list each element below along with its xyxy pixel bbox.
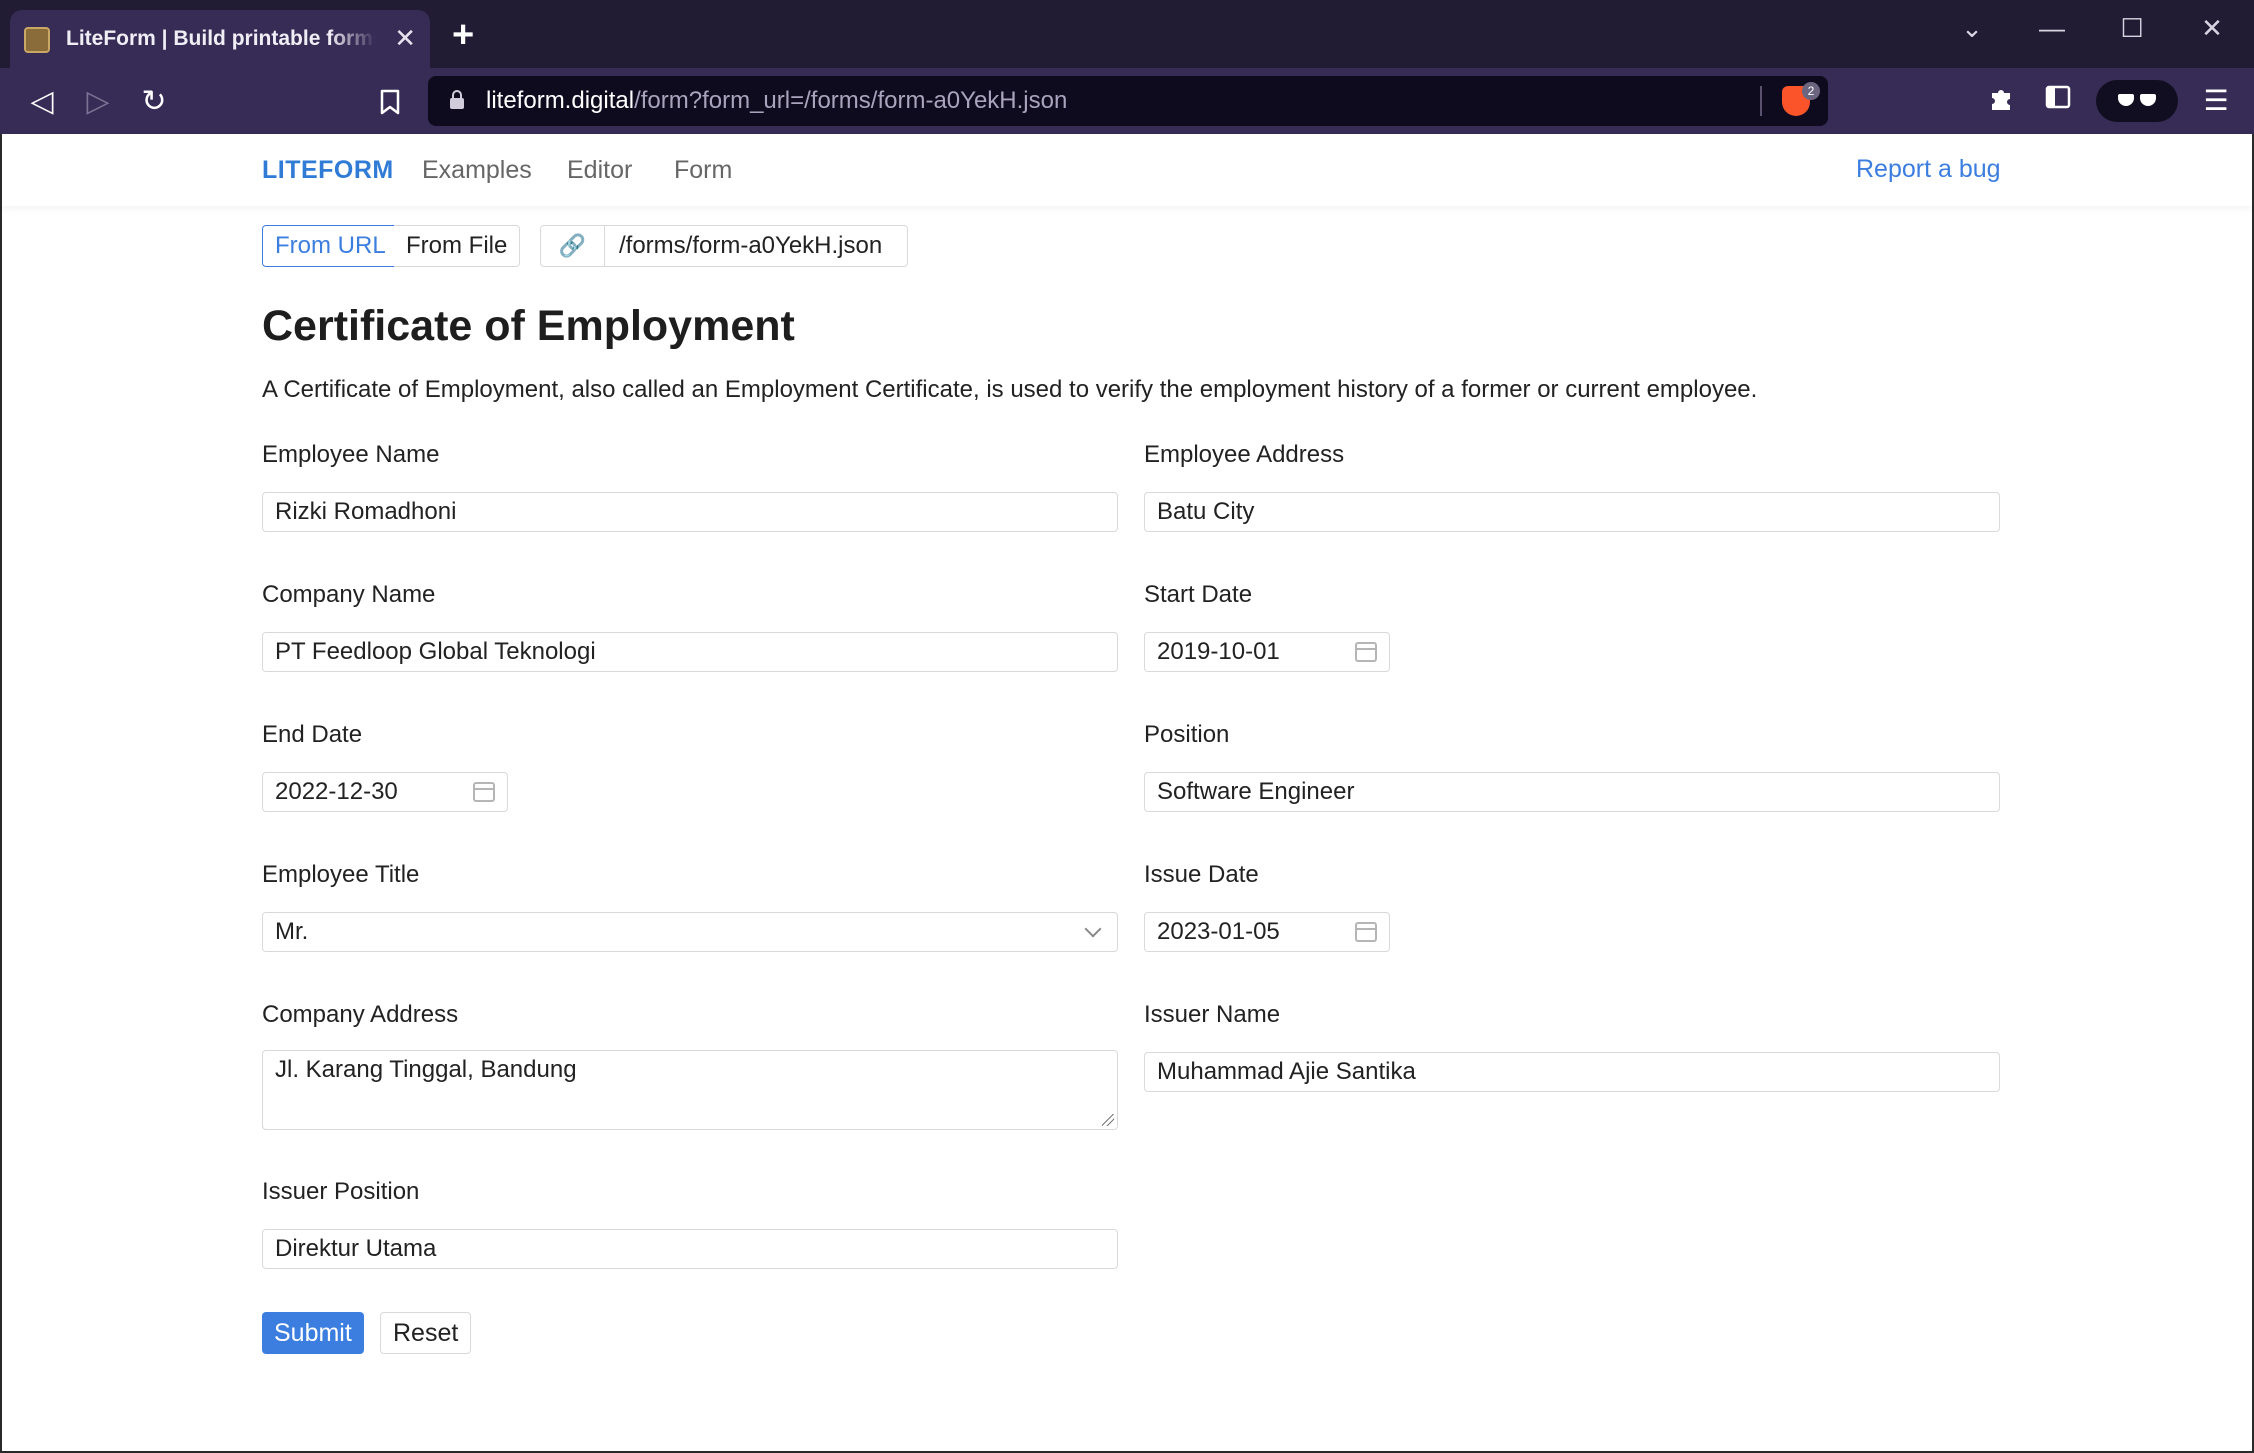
lock-icon bbox=[450, 90, 464, 109]
company-name-input[interactable]: PT Feedloop Global Teknologi bbox=[262, 632, 1118, 672]
site-favicon-icon bbox=[24, 27, 50, 53]
browser-tab[interactable]: LiteForm | Build printable forms with JS… bbox=[10, 10, 430, 68]
bookmark-icon[interactable] bbox=[370, 82, 410, 122]
position-label: Position bbox=[1144, 721, 1230, 748]
address-bar[interactable]: liteform.digital/form?form_url=/forms/fo… bbox=[428, 76, 1828, 126]
issuer-position-label: Issuer Position bbox=[262, 1178, 420, 1205]
employee-address-label: Employee Address bbox=[1144, 441, 1345, 468]
nav-link-editor[interactable]: Editor bbox=[567, 156, 632, 185]
issue-date-value: 2023-01-05 bbox=[1157, 918, 1280, 945]
end-date-label: End Date bbox=[262, 721, 363, 748]
sidebar-toggle-icon[interactable] bbox=[2038, 84, 2078, 118]
back-button[interactable]: ◁ bbox=[22, 82, 62, 122]
browser-menu-button[interactable]: ☰ bbox=[2196, 84, 2236, 118]
issuer-name-label: Issuer Name bbox=[1144, 1001, 1281, 1028]
reload-button[interactable]: ↻ bbox=[134, 82, 174, 122]
new-tab-button[interactable]: + bbox=[452, 16, 474, 54]
company-address-value: Jl. Karang Tinggal, Bandung bbox=[275, 1056, 577, 1083]
page-viewport: LITEFORM Examples Editor Form Report a b… bbox=[0, 134, 2254, 1453]
minimize-window-button[interactable]: — bbox=[2032, 10, 2072, 46]
issuer-name-input[interactable]: Muhammad Ajie Santika bbox=[1144, 1052, 2000, 1092]
start-date-input[interactable]: 2019-10-01 bbox=[1144, 632, 1390, 672]
employee-title-value: Mr. bbox=[275, 918, 309, 945]
private-glasses-icon bbox=[2118, 94, 2156, 106]
company-address-label: Company Address bbox=[262, 1001, 459, 1028]
maximize-window-button[interactable]: ☐ bbox=[2112, 10, 2152, 46]
site-navbar: LITEFORM Examples Editor Form Report a b… bbox=[2, 134, 2252, 206]
close-window-button[interactable]: ✕ bbox=[2192, 10, 2232, 46]
tab-close-icon[interactable]: ✕ bbox=[394, 23, 416, 53]
issue-date-input[interactable]: 2023-01-05 bbox=[1144, 912, 1390, 952]
browser-toolbar: ◁ ▷ ↻ liteform.digital/form?form_url=/fo… bbox=[0, 68, 2254, 134]
start-date-label: Start Date bbox=[1144, 581, 1253, 608]
form-url-value: /forms/form-a0YekH.json bbox=[619, 232, 883, 259]
address-url: liteform.digital/form?form_url=/forms/fo… bbox=[486, 87, 1067, 115]
employee-name-label: Employee Name bbox=[262, 441, 440, 468]
url-host: liteform.digital bbox=[486, 87, 635, 114]
browser-tab-strip: LiteForm | Build printable forms with JS… bbox=[0, 0, 2254, 68]
chevron-down-icon bbox=[1084, 920, 1102, 938]
reset-button[interactable]: Reset bbox=[380, 1312, 472, 1354]
address-divider bbox=[1760, 86, 1762, 116]
nav-link-examples[interactable]: Examples bbox=[422, 156, 532, 185]
brand-logo[interactable]: LITEFORM bbox=[262, 156, 394, 185]
employee-title-select[interactable]: Mr. bbox=[262, 912, 1118, 952]
employee-name-input[interactable]: Rizki Romadhoni bbox=[262, 492, 1118, 532]
company-name-label: Company Name bbox=[262, 581, 436, 608]
resize-handle-icon[interactable] bbox=[1102, 1114, 1114, 1126]
from-url-toggle[interactable]: From URL bbox=[262, 225, 399, 267]
employee-address-input[interactable]: Batu City bbox=[1144, 492, 2000, 532]
form-url-input[interactable]: 🔗 /forms/form-a0YekH.json bbox=[540, 225, 908, 267]
link-icon: 🔗 bbox=[541, 226, 605, 266]
start-date-value: 2019-10-01 bbox=[1157, 638, 1280, 665]
tab-title: LiteForm | Build printable forms with JS… bbox=[66, 27, 376, 50]
calendar-icon[interactable] bbox=[1355, 642, 1377, 662]
company-address-textarea[interactable]: Jl. Karang Tinggal, Bandung bbox=[262, 1050, 1118, 1130]
nav-link-form[interactable]: Form bbox=[674, 156, 732, 185]
submit-button[interactable]: Submit bbox=[262, 1312, 364, 1354]
shield-count-badge: 2 bbox=[1802, 82, 1820, 100]
calendar-icon[interactable] bbox=[473, 782, 495, 802]
extensions-puzzle-icon[interactable] bbox=[1982, 84, 2022, 120]
calendar-icon[interactable] bbox=[1355, 922, 1377, 942]
form-title: Certificate of Employment bbox=[262, 302, 795, 350]
issue-date-label: Issue Date bbox=[1144, 861, 1259, 888]
profile-button[interactable] bbox=[2096, 80, 2178, 122]
forward-button[interactable]: ▷ bbox=[78, 82, 118, 122]
url-path: /form?form_url=/forms/form-a0YekH.json bbox=[634, 87, 1068, 114]
issuer-position-input[interactable]: Direktur Utama bbox=[262, 1229, 1118, 1269]
form-description: A Certificate of Employment, also called… bbox=[262, 376, 1758, 403]
end-date-value: 2022-12-30 bbox=[275, 778, 398, 805]
report-bug-link[interactable]: Report a bug bbox=[1856, 155, 2001, 184]
employee-title-label: Employee Title bbox=[262, 861, 420, 888]
from-file-toggle[interactable]: From File bbox=[394, 225, 521, 267]
end-date-input[interactable]: 2022-12-30 bbox=[262, 772, 508, 812]
tab-search-dropdown-icon[interactable]: ⌄ bbox=[1952, 10, 1992, 46]
position-input[interactable]: Software Engineer bbox=[1144, 772, 2000, 812]
